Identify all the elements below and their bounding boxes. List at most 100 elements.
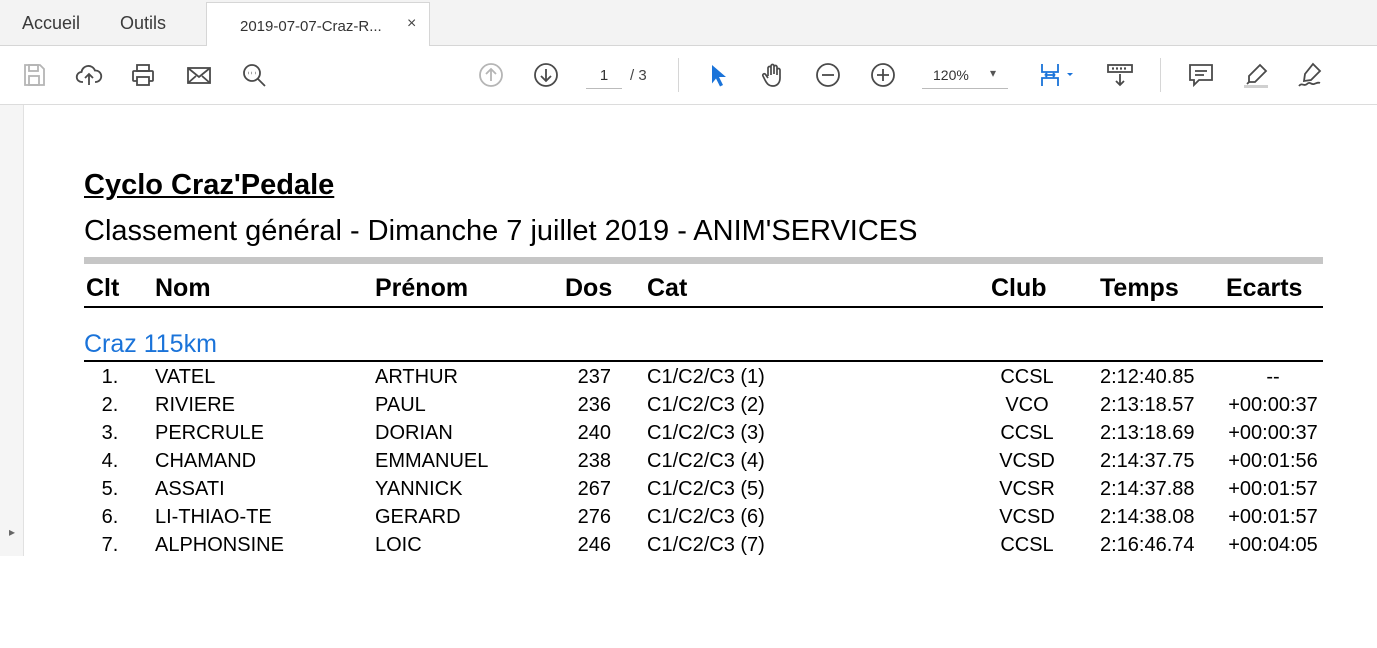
table-row: 2. RIVIERE PAUL 236 C1/C2/C3 (2) VCO 2:1… [25,394,1377,422]
cell-dos: 238 [577,450,611,472]
search-button[interactable] [238,59,270,91]
hand-icon [761,63,781,87]
cell-dos: 267 [577,478,611,500]
cell-clt: 3. [101,422,119,444]
cell-temps: 2:13:18.57 [1100,394,1195,416]
tab-tools[interactable]: Outils [120,13,166,34]
sign-button[interactable] [1294,59,1326,91]
zoom-out-button[interactable] [812,59,844,91]
hand-tool-button[interactable] [757,59,789,91]
zoom-out-icon [816,63,840,87]
cell-cat: C1/C2/C3 (6) [647,506,765,528]
cell-club: CCSL [1000,534,1054,556]
cell-ecart: -- [1266,366,1280,388]
cell-temps: 2:14:37.88 [1100,478,1195,500]
cell-club: CCSL [1000,422,1054,444]
comment-icon [1189,64,1213,88]
cell-dos: 237 [577,366,611,388]
cell-cat: C1/C2/C3 (1) [647,366,765,388]
cell-nom: CHAMAND [155,450,257,472]
save-icon [24,64,45,86]
upload-icon [75,65,103,85]
table-row: 5. ASSATI YANNICK 267 C1/C2/C3 (5) VCSR … [25,478,1377,506]
page-down-icon [534,63,558,87]
zoom-search-icon [243,64,266,87]
cell-club: VCSD [999,450,1055,472]
cell-club: CCSL [1000,366,1054,388]
cell-clt: 4. [101,450,119,472]
toolbar: / 3 120% ▾ [0,46,1377,105]
zoom-dropdown[interactable]: 120% ▾ [922,62,1008,89]
cell-temps: 2:13:18.69 [1100,422,1195,444]
cell-nom: VATEL [155,366,216,388]
cell-dos: 236 [577,394,611,416]
cell-ecart: +00:00:37 [1228,422,1318,444]
highlight-button[interactable] [1240,59,1272,91]
cell-cat: C1/C2/C3 (7) [647,534,765,556]
page-number-input[interactable] [586,62,622,89]
cell-cat: C1/C2/C3 (3) [647,422,765,444]
print-button[interactable] [127,59,159,91]
document-page: Cyclo Craz'Pedale Classement général - D… [25,105,1377,556]
tab-document-label: 2019-07-07-Craz-R... [240,18,382,35]
select-tool-button[interactable] [702,59,734,91]
left-sidebar: ▸ [0,105,24,556]
cell-clt: 5. [101,478,119,500]
cell-cat: C1/C2/C3 (5) [647,478,765,500]
toolbar-divider [678,58,679,92]
print-icon [132,64,154,86]
next-page-button[interactable] [530,59,562,91]
document-title: Cyclo Craz'Pedale [84,169,335,201]
cell-prenom: DORIAN [375,422,453,444]
toolbar-divider [1160,58,1161,92]
zoom-in-icon [871,63,895,87]
cell-nom: LI-THIAO-TE [155,506,272,528]
header-divider [84,257,1323,264]
sign-icon [1298,62,1322,87]
zoom-value: 120% [933,67,969,83]
page-up-icon [479,63,503,87]
cell-club: VCSR [999,478,1055,500]
cell-temps: 2:12:40.85 [1100,366,1195,388]
cell-clt: 7. [101,534,119,556]
tab-document[interactable]: 2019-07-07-Craz-R... × [206,2,430,46]
save-button[interactable] [18,59,50,91]
cell-prenom: GERARD [375,506,461,528]
select-cursor-icon [712,65,726,87]
upload-button[interactable] [73,59,105,91]
table-row: 3. PERCRULE DORIAN 240 C1/C2/C3 (3) CCSL… [25,422,1377,450]
cell-temps: 2:14:38.08 [1100,506,1195,528]
highlight-icon [1244,63,1268,88]
cell-ecart: +00:04:05 [1228,534,1318,556]
cell-dos: 240 [577,422,611,444]
cell-prenom: PAUL [375,394,426,416]
cell-ecart: +00:01:57 [1228,478,1318,500]
cell-nom: ALPHONSINE [155,534,284,556]
header-underline [84,306,1323,308]
cell-club: VCO [1005,394,1049,416]
header-dos: Dos [565,274,613,302]
section-title: Craz 115km [84,330,217,358]
zoom-in-button[interactable] [867,59,899,91]
cell-clt: 2. [101,394,119,416]
fit-page-button[interactable] [1034,59,1080,91]
previous-page-button[interactable] [475,59,507,91]
header-ecarts: Ecarts [1226,274,1303,302]
table-row: 4. CHAMAND EMMANUEL 238 C1/C2/C3 (4) VCS… [25,450,1377,478]
email-button[interactable] [183,59,215,91]
document-subtitle: Classement général - Dimanche 7 juillet … [84,215,918,247]
header-prenom: Prénom [375,274,469,302]
pdf-viewer-window: Accueil Outils 2019-07-07-Craz-R... × 1 … [0,0,1377,556]
scroll-mode-button[interactable] [1104,59,1136,91]
comment-button[interactable] [1185,59,1217,91]
cell-clt: 6. [101,506,119,528]
close-icon[interactable]: × [407,15,416,33]
sidebar-toggle-icon[interactable]: ▸ [9,525,15,539]
fit-page-icon [1041,64,1073,86]
tab-bar: Accueil Outils 2019-07-07-Craz-R... × [0,0,1377,46]
cell-nom: ASSATI [155,478,225,500]
cell-temps: 2:16:46.74 [1100,534,1195,556]
email-icon [187,67,211,84]
section-underline [84,360,1323,362]
tab-home[interactable]: Accueil [22,13,80,34]
